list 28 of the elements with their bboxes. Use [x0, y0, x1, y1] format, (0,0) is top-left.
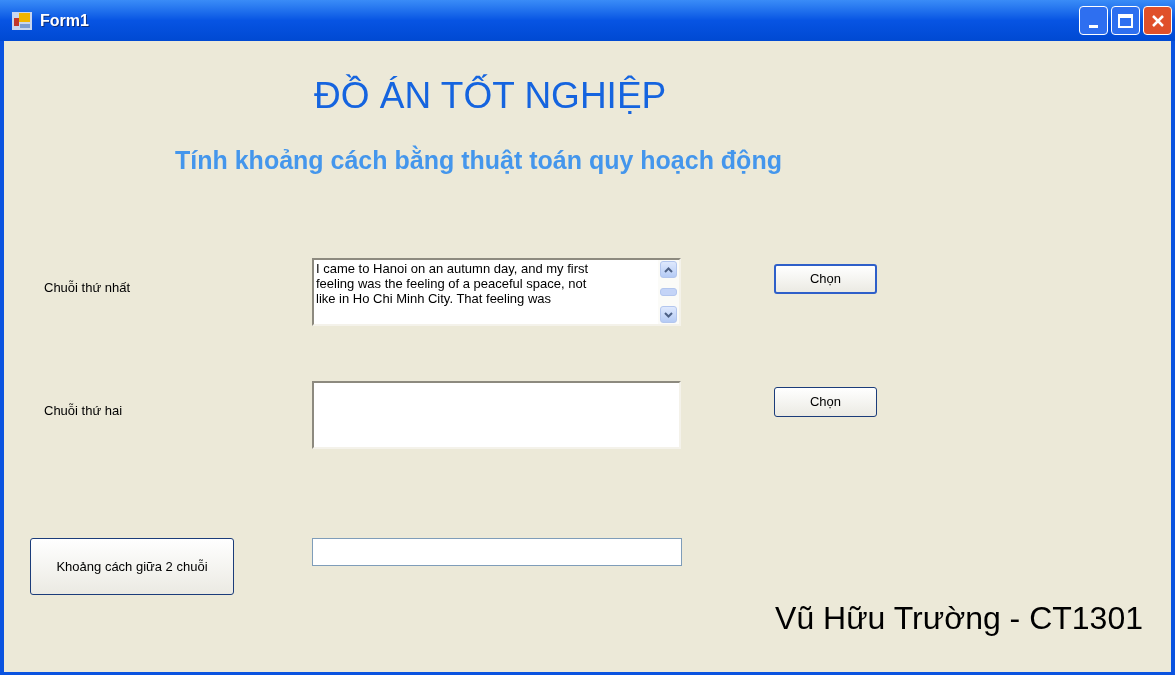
result-field[interactable] — [312, 538, 682, 566]
field-label: Chuỗi thứ hai — [44, 402, 124, 420]
scroll-down-button[interactable] — [660, 306, 677, 323]
text-line: feeling was the feeling of a peaceful space, not — [316, 276, 588, 291]
author-text: Vũ Hữu Trường - CT1301 — [775, 599, 1143, 637]
chevron-up-icon — [664, 266, 673, 273]
scroll-thumb[interactable] — [660, 288, 677, 296]
chevron-down-icon — [664, 311, 673, 318]
close-button[interactable] — [1143, 6, 1172, 35]
subheading: Tính khoảng cách bằng thuật toán quy hoạch động — [175, 144, 782, 176]
minimize-button[interactable] — [1079, 6, 1108, 35]
scroll-up-button[interactable] — [660, 261, 677, 278]
text-line: I came to Hanoi on an autumn day, and my first — [316, 261, 590, 276]
compute-button[interactable]: Khoảng cách giữa 2 chuỗi — [30, 538, 234, 595]
maximize-button[interactable] — [1111, 6, 1140, 35]
minimize-icon — [1089, 25, 1098, 28]
heading: ĐỒ ÁN TỐT NGHIỆP — [314, 74, 667, 118]
window-title: Form1 — [40, 10, 89, 31]
maximize-icon — [1118, 13, 1133, 28]
close-icon — [1150, 13, 1165, 28]
text-area[interactable] — [312, 381, 681, 449]
form-icon — [12, 11, 32, 30]
text-line: like in Ho Chi Minh City. That feeling was — [316, 291, 553, 306]
scrollbar[interactable] — [658, 260, 679, 324]
text-area[interactable]: I came to Hanoi on an autumn day, and my first feeling was the feeling of a peaceful space, not like in Ho Chi Minh City. That feeling was — [312, 258, 681, 326]
choose-button[interactable]: Chọn — [774, 387, 877, 417]
choose-button[interactable]: Chọn — [774, 264, 877, 294]
field-label: Chuỗi thứ nhất — [44, 279, 132, 297]
